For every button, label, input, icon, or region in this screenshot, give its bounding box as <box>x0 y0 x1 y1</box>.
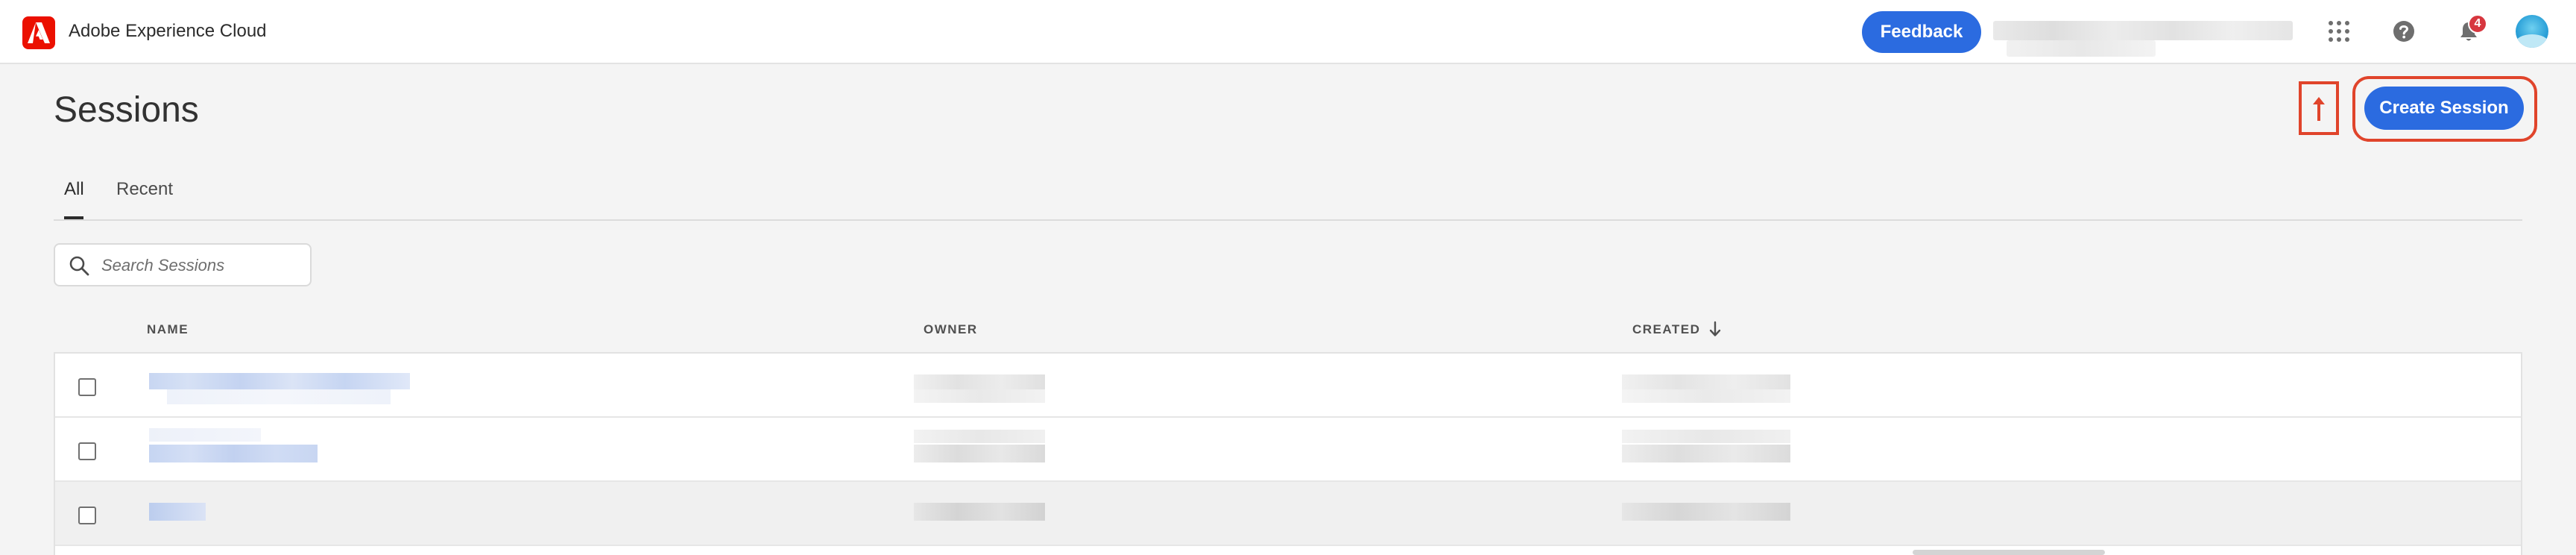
tab-all[interactable]: All <box>64 179 84 200</box>
app-grid-icon[interactable] <box>2323 15 2355 48</box>
redacted-created-date <box>1622 445 1790 462</box>
redacted-session-name <box>149 445 318 462</box>
arrow-down-icon[interactable] <box>1708 321 1722 341</box>
search-box <box>54 243 312 286</box>
column-header-created[interactable]: CREATED <box>1632 322 1700 337</box>
column-header-name[interactable]: NAME <box>147 322 189 337</box>
avatar[interactable] <box>2516 15 2548 48</box>
row-checkbox[interactable] <box>78 442 96 460</box>
org-switcher[interactable] <box>1993 15 2293 58</box>
active-tab-indicator <box>64 216 83 219</box>
sessions-table <box>54 352 2522 555</box>
redacted-session-name <box>149 373 410 389</box>
redacted-org-detail <box>2007 40 2156 57</box>
table-row[interactable] <box>55 418 2521 482</box>
help-icon[interactable] <box>2387 15 2420 48</box>
page-title: Sessions <box>54 90 199 130</box>
redacted-owner <box>914 445 1045 462</box>
arrow-up-icon <box>2311 95 2326 126</box>
redacted-created-time <box>1622 389 1790 403</box>
column-header-owner[interactable]: OWNER <box>924 322 978 337</box>
table-row[interactable] <box>55 354 2521 418</box>
redacted-created-date <box>1622 374 1790 389</box>
tab-bar: All Recent <box>54 173 2522 221</box>
redacted-owner-detail <box>914 389 1045 403</box>
redacted-owner <box>914 503 1045 521</box>
table-row[interactable] <box>55 482 2521 546</box>
redacted-owner-detail <box>914 430 1045 443</box>
notification-badge: 4 <box>2468 14 2487 34</box>
tab-recent[interactable]: Recent <box>116 179 173 200</box>
redacted-session-name <box>149 503 206 521</box>
horizontal-scrollbar[interactable] <box>1913 550 2105 555</box>
search-input[interactable] <box>101 254 303 278</box>
top-bar: Adobe Experience Cloud Feedback 4 <box>0 0 2576 64</box>
redacted-created-date <box>1622 503 1790 521</box>
redacted-owner <box>914 374 1045 389</box>
search-icon <box>69 255 89 280</box>
redacted-session-name-detail <box>167 389 391 404</box>
row-checkbox[interactable] <box>78 378 96 396</box>
row-checkbox[interactable] <box>78 507 96 524</box>
feedback-button[interactable]: Feedback <box>1862 11 1981 53</box>
create-session-button[interactable]: Create Session <box>2364 87 2524 130</box>
redacted-created-time <box>1622 430 1790 443</box>
adobe-logo-icon[interactable] <box>22 16 55 49</box>
app-title[interactable]: Adobe Experience Cloud <box>69 21 267 42</box>
redacted-session-name-detail <box>149 428 261 442</box>
redacted-org-name <box>1993 21 2293 40</box>
